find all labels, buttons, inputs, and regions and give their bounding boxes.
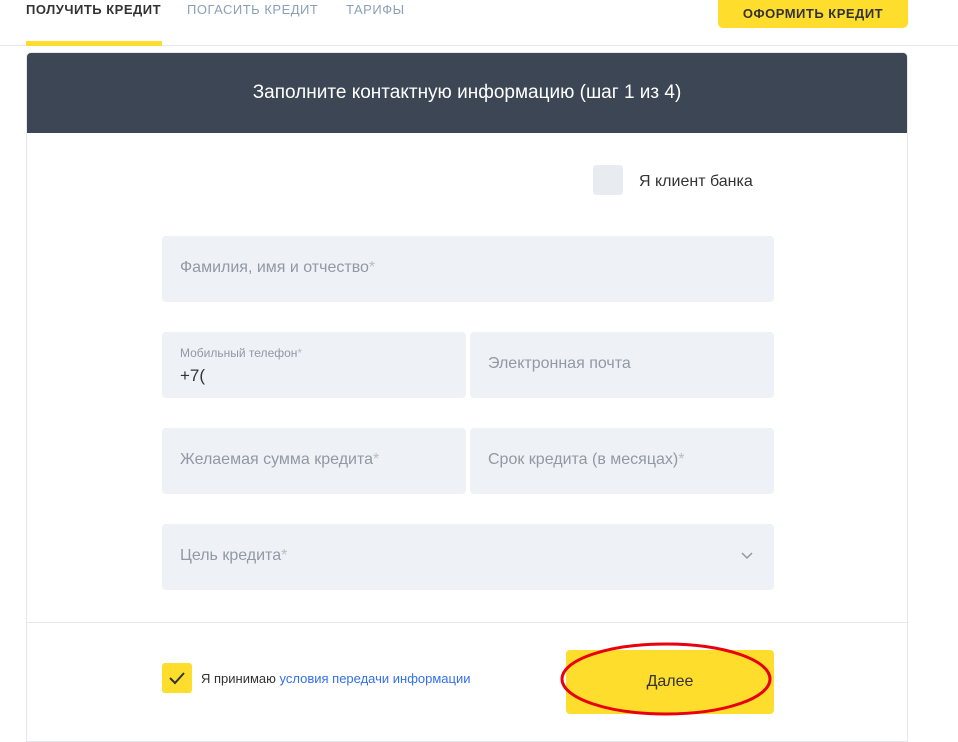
term-placeholder: Срок кредита (в месяцах) [488, 451, 679, 468]
required-mark: * [297, 346, 303, 360]
form-header: Заполните контактную информацию (шаг 1 и… [27, 53, 907, 133]
application-form-card: Заполните контактную информацию (шаг 1 и… [26, 52, 908, 742]
tab-repay-credit[interactable]: ПОГАСИТЬ КРЕДИТ [187, 2, 318, 17]
amount-placeholder: Желаемая сумма кредита [180, 451, 374, 468]
full-name-field[interactable]: Фамилия, имя и отчество* [162, 236, 774, 302]
apply-credit-button[interactable]: ОФОРМИТЬ КРЕДИТ [718, 0, 908, 28]
tab-get-credit[interactable]: ПОЛУЧИТЬ КРЕДИТ [26, 2, 161, 17]
agree-prefix: Я принимаю [201, 671, 276, 686]
required-mark: * [373, 451, 380, 468]
annotation-circle [560, 642, 772, 716]
purpose-placeholder: Цель кредита [180, 547, 282, 564]
bank-client-label: Я клиент банка [639, 173, 753, 190]
active-tab-indicator [26, 41, 162, 46]
tab-tariffs[interactable]: ТАРИФЫ [346, 2, 405, 17]
chevron-down-icon[interactable] [740, 550, 754, 560]
agree-text: Я принимаю условия передачи информации [201, 671, 471, 686]
top-nav: ПОЛУЧИТЬ КРЕДИТ ПОГАСИТЬ КРЕДИТ ТАРИФЫ О… [0, 0, 958, 46]
required-mark: * [281, 547, 288, 564]
required-mark: * [678, 451, 685, 468]
phone-value: +7( [180, 366, 206, 385]
amount-field[interactable]: Желаемая сумма кредита* [162, 428, 466, 494]
purpose-select[interactable]: Цель кредита* [162, 524, 774, 590]
form-divider [27, 622, 907, 623]
bank-client-checkbox[interactable] [593, 165, 623, 195]
term-field[interactable]: Срок кредита (в месяцах)* [470, 428, 774, 494]
email-placeholder: Электронная почта [488, 355, 631, 372]
phone-field[interactable]: Мобильный телефон* +7( [162, 332, 466, 398]
terms-link[interactable]: условия передачи информации [280, 671, 471, 686]
phone-label: Мобильный телефон [180, 346, 298, 360]
required-mark: * [368, 259, 376, 276]
agree-checkbox[interactable] [162, 663, 192, 693]
email-field[interactable]: Электронная почта [470, 332, 774, 398]
full-name-placeholder: Фамилия, имя и отчество [180, 259, 369, 276]
checkmark-icon [169, 672, 185, 685]
